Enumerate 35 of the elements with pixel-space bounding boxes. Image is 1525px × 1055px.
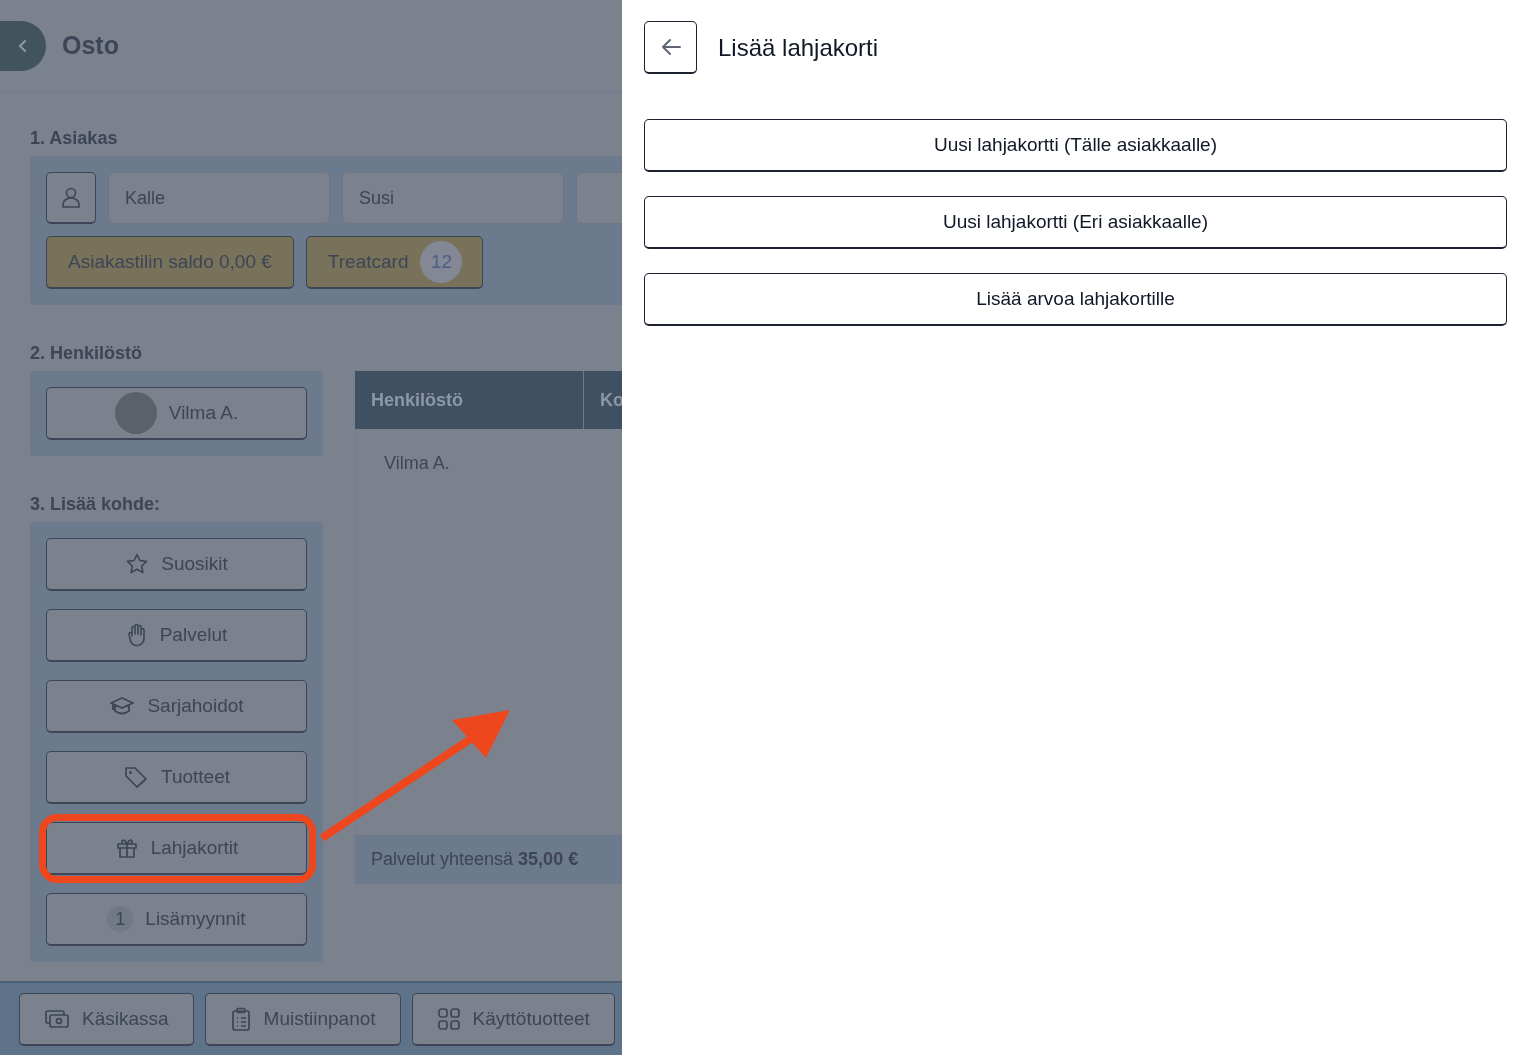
star-icon <box>125 552 150 576</box>
tag-icon <box>123 765 149 789</box>
panel-title: Lisää lahjakorti <box>718 33 879 62</box>
first-name-field[interactable]: Kalle <box>108 172 330 224</box>
avatar-placeholder <box>114 392 157 434</box>
gift-icon <box>114 836 139 860</box>
toolbar-button[interactable]: Muistiinpanot <box>204 992 401 1046</box>
option-button[interactable]: Lisää arvoa lahjakortille <box>644 273 1507 326</box>
toolbar-button[interactable]: Käsikassa <box>19 992 194 1046</box>
cash-icon <box>44 1007 70 1030</box>
last-name-field[interactable]: Susi <box>342 172 564 224</box>
balance-button[interactable]: Asiakastilin saldo 0,00 € <box>46 236 294 289</box>
page-title: Osto <box>62 31 119 60</box>
add-item-button[interactable]: Lahjakortit <box>46 822 307 875</box>
option-button[interactable]: Uusi lahjakortti (Tälle asiakkaalle) <box>644 119 1507 172</box>
customer-button[interactable] <box>46 172 96 224</box>
option-button[interactable]: Uusi lahjakortti (Eri asiakkaalle) <box>644 196 1507 249</box>
clipboard-icon <box>229 1006 252 1031</box>
graduation-cap-icon <box>109 695 136 717</box>
add-item-button[interactable]: Suosikit <box>46 538 307 591</box>
section-label: 3. Lisää kohde: <box>30 494 162 515</box>
column-header: Henkilöstö <box>355 371 584 429</box>
section-label: 2. Henkilöstö <box>30 343 144 364</box>
chevron-left-icon <box>17 38 29 53</box>
grid-icon <box>436 1006 461 1031</box>
person-icon <box>61 186 81 209</box>
hand-icon <box>125 623 148 647</box>
table-cell: Vilma A. <box>384 453 450 473</box>
add-item-button[interactable]: Tuotteet <box>46 751 307 804</box>
section-label: 1. Asiakas <box>30 128 119 149</box>
back-button[interactable] <box>644 21 697 74</box>
staff-button[interactable]: Vilma A. <box>46 387 307 440</box>
add-item-button[interactable]: Palvelut <box>46 609 307 662</box>
add-item-button[interactable]: Sarjahoidot <box>46 680 307 733</box>
toolbar-button[interactable]: Käyttötuotteet <box>411 992 615 1046</box>
